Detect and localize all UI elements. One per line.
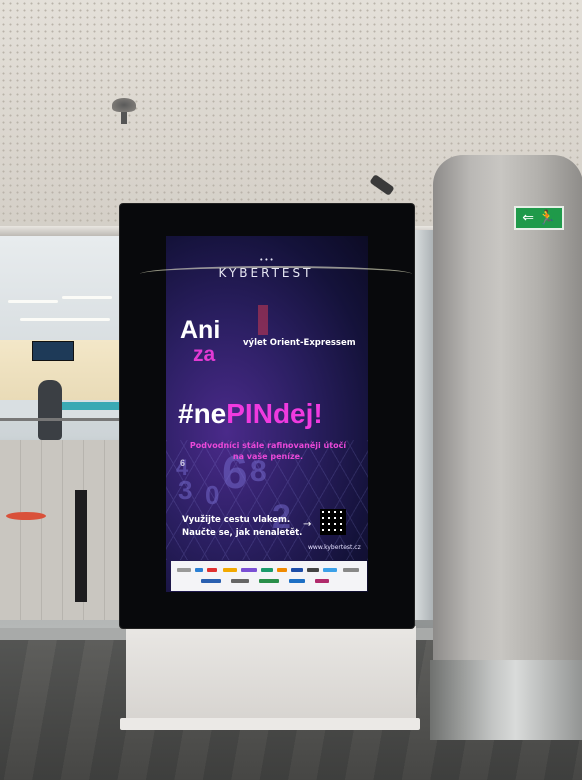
reflection-accent (258, 305, 268, 335)
hashtag-pin: PIN (226, 398, 273, 429)
floor-marking (6, 512, 46, 520)
headline-ani: Ani (180, 316, 221, 344)
glass-frame (412, 230, 434, 620)
partner-logo (277, 568, 287, 572)
partner-logo (315, 579, 329, 583)
partner-logo (223, 568, 237, 572)
decorative-digit: 0 (205, 480, 220, 510)
hall-light (8, 300, 58, 303)
menu-dots: ••• (259, 256, 275, 264)
hall-floor (0, 440, 125, 620)
hashtag-suffix: dej! (272, 398, 323, 429)
arrow-right-icon: → (303, 519, 312, 530)
subline-line-1: Podvodníci stále rafinovaněji útočí (189, 441, 347, 450)
person (38, 380, 62, 440)
subline: Podvodníci stále rafinovaněji útočí na v… (178, 440, 358, 462)
partner-logo (307, 568, 319, 572)
departure-monitor (32, 341, 74, 361)
exit-sign: ⇐ 🏃 (514, 206, 564, 230)
decorative-digit: 3 (178, 475, 193, 505)
partner-logo (289, 579, 305, 583)
column-base (430, 660, 582, 740)
bollard (75, 490, 87, 602)
kiosk-foot (120, 718, 420, 730)
call-to-action: Využijte cestu vlakem. Naučte se, jak ne… (182, 514, 302, 540)
partner-logo (343, 568, 359, 572)
website-url: www.kybertest.cz (308, 544, 361, 551)
partner-logo (195, 568, 203, 572)
hashtag-prefix: #ne (178, 398, 227, 429)
partner-logo (207, 568, 217, 572)
partner-logo (261, 568, 273, 572)
headline-za: za (193, 343, 216, 366)
cta-line-1: Využijte cestu vlakem. (182, 515, 291, 525)
kiosk-stand (126, 626, 416, 726)
partner-logo (259, 579, 279, 583)
partner-logo (201, 579, 221, 583)
partner-logo (241, 568, 257, 572)
cta-line-2: Naučte se, jak nenaletět. (182, 528, 303, 538)
counter-stripe (60, 402, 120, 410)
smoke-detector (112, 98, 136, 112)
hall-light (20, 318, 110, 321)
partner-logo (291, 568, 303, 572)
exit-icon: ⇐ 🏃 (522, 210, 556, 226)
partner-logo (323, 568, 337, 572)
column (433, 155, 582, 735)
glass-glare (140, 266, 412, 282)
sensor-mount (121, 110, 127, 124)
headline-trip: výlet Orient-Expressem (243, 338, 356, 348)
hall-light (62, 296, 112, 299)
partner-logos-strip (171, 561, 367, 591)
subline-line-2: na vaše peníze. (232, 452, 304, 461)
partner-logo (177, 568, 191, 572)
railing (0, 418, 125, 421)
partner-logo (231, 579, 249, 583)
station-scene: ⇐ 🏃 4 6 8 3 0 2 6 ••• KYBERTEST Ani za v… (0, 0, 582, 780)
campaign-hashtag: #nePINdej! (178, 398, 323, 430)
qr-code (320, 509, 346, 535)
